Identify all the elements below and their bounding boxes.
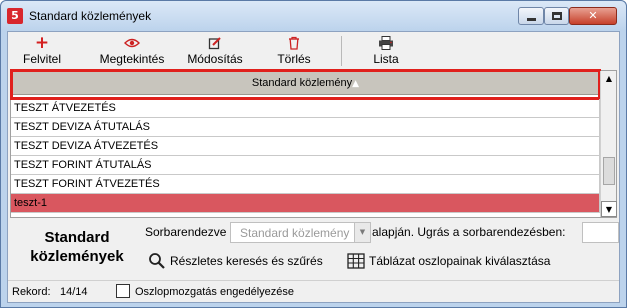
column-move-label: Oszlopmozgatás engedélyezése <box>135 286 294 298</box>
table-row[interactable]: TESZT FORINT ÁTUTALÁS <box>11 156 600 175</box>
column-select-label: Táblázat oszlopainak kiválasztása <box>369 254 551 268</box>
status-bar: Rekord: 14/14 Oszlopmozgatás engedélyezé… <box>8 280 619 302</box>
view-button[interactable]: Megtekintés <box>92 34 172 70</box>
vertical-scrollbar[interactable]: ▲ ▼ <box>600 71 617 217</box>
eye-icon <box>92 34 172 52</box>
data-grid: Standard közlemény▲ TESZT ÁTVEZETÉS TESZ… <box>10 69 617 218</box>
bottom-panel: Standard közlemények Sorbarendezve Stand… <box>8 220 619 280</box>
sort-label: Sorbarendezve <box>145 225 227 239</box>
toolbar: + Felvitel Megtekintés Módosítás Törlés <box>8 32 619 70</box>
minimize-icon <box>527 18 536 21</box>
close-icon: ✕ <box>588 9 598 22</box>
panel-title-line1: Standard <box>44 229 110 246</box>
sort-dropdown[interactable]: Standard közlemény ▼ <box>230 222 371 243</box>
list-button[interactable]: Lista <box>358 34 414 70</box>
scroll-up-icon[interactable]: ▲ <box>601 71 617 87</box>
toolbar-separator <box>341 36 342 66</box>
add-label: Felvitel <box>22 52 61 66</box>
column-move-checkbox[interactable] <box>116 284 130 298</box>
table-row[interactable]: TESZT DEVIZA ÁTUTALÁS <box>11 118 600 137</box>
chevron-down-icon[interactable]: ▼ <box>354 223 370 242</box>
maximize-icon <box>552 12 562 20</box>
edit-button[interactable]: Módosítás <box>180 34 250 70</box>
add-button[interactable]: + Felvitel <box>8 34 76 70</box>
close-button[interactable]: ✕ <box>569 7 617 25</box>
record-count: 14/14 <box>60 286 88 298</box>
record-label: Rekord: <box>12 286 51 298</box>
sort-ascending-icon: ▲ <box>352 79 360 89</box>
jump-label: alapján. Ugrás a sorbarendezésben: <box>372 225 566 239</box>
table-row[interactable]: TESZT FORINT ÁTVEZETÉS <box>11 175 600 194</box>
panel-title-line2: közlemények <box>30 248 124 265</box>
delete-button[interactable]: Törlés <box>264 34 324 70</box>
grid-rows: TESZT ÁTVEZETÉS TESZT DEVIZA ÁTUTALÁS TE… <box>11 99 600 213</box>
scrollbar-thumb[interactable] <box>603 157 615 185</box>
list-label: Lista <box>373 52 399 66</box>
maximize-button[interactable] <box>544 7 569 25</box>
table-row-selected[interactable]: teszt-1 <box>11 194 600 213</box>
title-bar[interactable]: 5 Standard közlemények ✕ <box>1 1 626 31</box>
table-row[interactable]: TESZT ÁTVEZETÉS <box>11 99 600 118</box>
search-icon <box>148 252 166 270</box>
delete-label: Törlés <box>277 52 311 66</box>
app-logo-icon: 5 <box>7 8 23 24</box>
window-title: Standard közlemények <box>29 9 152 23</box>
edit-label: Módosítás <box>187 52 243 66</box>
column-header-label: Standard közlemény <box>251 77 353 89</box>
minimize-button[interactable] <box>518 7 544 25</box>
edit-icon <box>180 34 250 52</box>
jump-input[interactable] <box>582 222 619 243</box>
client-area: + Felvitel Megtekintés Módosítás Törlés <box>7 31 620 303</box>
sort-dropdown-value: Standard közlemény <box>240 226 350 240</box>
view-label: Megtekintés <box>99 52 165 66</box>
panel-title: Standard közlemények <box>12 228 142 266</box>
scroll-down-icon[interactable]: ▼ <box>601 201 617 217</box>
detailed-search-label: Részletes keresés és szűrés <box>170 254 323 268</box>
table-icon <box>347 252 365 270</box>
main-window: 5 Standard közlemények ✕ + Felvitel Megt… <box>0 0 627 308</box>
table-row[interactable]: TESZT DEVIZA ÁTVEZETÉS <box>11 137 600 156</box>
plus-icon: + <box>34 33 50 53</box>
trash-icon <box>264 34 324 52</box>
printer-icon <box>358 34 414 52</box>
column-header-standard-kozlemeny[interactable]: Standard közlemény▲ <box>11 71 600 95</box>
